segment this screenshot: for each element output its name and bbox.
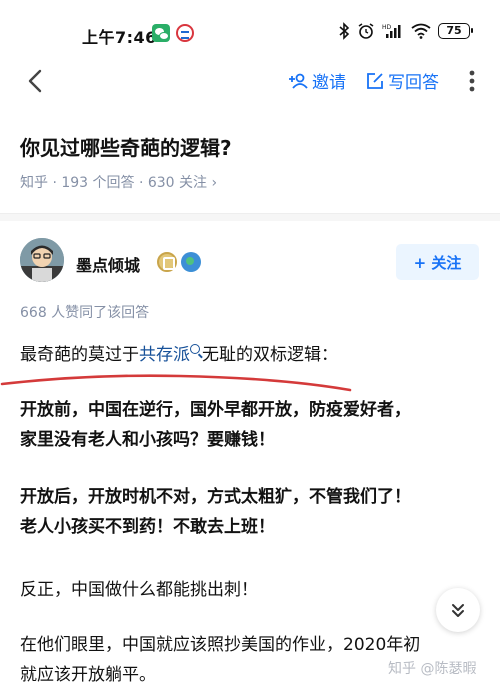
bluetooth-icon bbox=[339, 22, 350, 40]
paragraph-2-line-1: 开放后，开放时机不对，方式太粗犷，不管我们了！ bbox=[20, 487, 411, 507]
invite-label: 邀请 bbox=[312, 73, 346, 93]
watermark: 知乎 @陈瑟暇 bbox=[388, 661, 477, 677]
question-meta[interactable]: 知乎 · 193 个回答 · 630 关注 › bbox=[20, 172, 217, 192]
avatar-image bbox=[20, 238, 64, 282]
keyword-link[interactable]: 共存派 bbox=[139, 344, 202, 365]
wifi-icon bbox=[411, 23, 431, 39]
section-divider bbox=[0, 213, 500, 221]
invite-button[interactable]: 邀请 bbox=[288, 68, 346, 93]
paragraph-2-line-2: 老人小孩买不到药！不敢去上班！ bbox=[20, 517, 275, 537]
author-name[interactable]: 墨点倾城 bbox=[76, 252, 140, 276]
paragraph-2: 开放后，开放时机不对，方式太粗犷，不管我们了！ 老人小孩买不到药！不敢去上班！ bbox=[20, 482, 485, 542]
svg-text:HD: HD bbox=[382, 24, 392, 31]
intro-text-after: 无耻的双标逻辑： bbox=[202, 345, 338, 365]
write-answer-label: 写回答 bbox=[388, 73, 439, 93]
scroll-down-button[interactable] bbox=[436, 588, 480, 632]
edit-icon bbox=[367, 72, 383, 89]
top-nav: 邀请 写回答 bbox=[0, 62, 500, 102]
add-person-icon bbox=[289, 73, 308, 89]
upvote-count: 668 人赞同了该回答 bbox=[20, 305, 150, 321]
answer-intro: 最奇葩的莫过于共存派 无耻的双标逻辑： bbox=[20, 340, 338, 370]
paragraph-1: 开放前，中国在逆行，国外早都开放，防疫爱好者， 家里没有老人和小孩吗？要赚钱！ bbox=[20, 395, 485, 455]
hd-signal-icon: HD bbox=[382, 24, 401, 38]
wechat-icon bbox=[152, 24, 170, 42]
status-indicators: HD 75 bbox=[338, 22, 473, 40]
write-answer-button[interactable]: 写回答 bbox=[366, 68, 439, 93]
follow-button[interactable]: + 关注 bbox=[396, 244, 479, 280]
question-title[interactable]: 你见过哪些奇葩的逻辑? bbox=[20, 132, 232, 161]
status-bar: 上午7:46 HD 75 bbox=[0, 0, 500, 62]
status-time: 上午7:46 bbox=[82, 28, 157, 47]
creator-badge-icon[interactable] bbox=[157, 252, 177, 272]
status-app-icons bbox=[152, 24, 194, 42]
paragraph-1-line-2: 家里没有老人和小孩吗？要赚钱！ bbox=[20, 430, 275, 450]
globe-badge-icon[interactable] bbox=[181, 252, 201, 272]
intro-text-before: 最奇葩的莫过于 bbox=[20, 345, 139, 365]
paragraph-3: 反正，中国做什么都能挑出刺！ bbox=[20, 580, 258, 600]
battery-icon: 75 bbox=[438, 23, 473, 39]
search-icon bbox=[190, 344, 200, 354]
more-icon[interactable] bbox=[462, 66, 482, 96]
alarm-icon bbox=[358, 23, 374, 39]
back-button[interactable] bbox=[22, 66, 52, 96]
double-chevron-down-icon bbox=[452, 604, 464, 617]
app-icon bbox=[176, 24, 194, 42]
paragraph-1-line-1: 开放前，中国在逆行，国外早都开放，防疫爱好者， bbox=[20, 400, 411, 420]
avatar[interactable] bbox=[20, 238, 64, 282]
keyword-link-text: 共存派 bbox=[139, 345, 190, 365]
paragraph-4-line-1: 在他们眼里，中国就应该照抄美国的作业，2020年初 bbox=[20, 635, 421, 655]
